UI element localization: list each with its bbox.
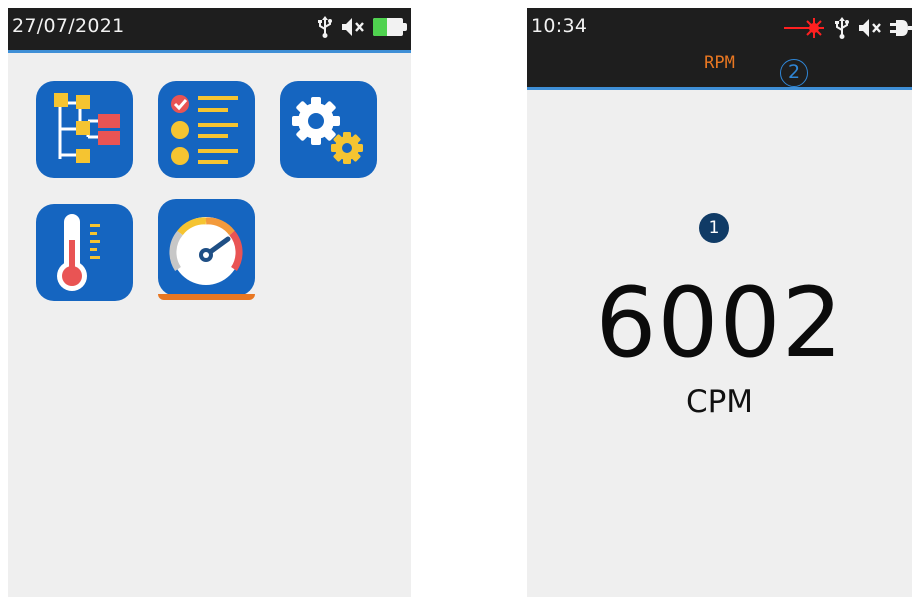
laser-icon [784,16,826,40]
rpm-reading-value: 6002 [595,267,844,379]
mute-icon [858,18,882,38]
thermometer-icon [57,214,100,291]
status-icons [784,16,912,40]
app-tile-temperature[interactable] [36,204,133,301]
checklist-icon [171,95,238,165]
status-bar: 27/07/2021 [8,8,411,53]
power-plug-icon [890,18,912,38]
usb-icon [834,17,850,39]
mute-icon [341,17,365,37]
mode-title: RPM [704,53,735,73]
status-date: 27/07/2021 [12,15,125,37]
status-icons [317,16,407,38]
speedometer-gauge-icon [169,217,243,285]
settings-gears-icon [292,97,363,164]
usb-icon [317,16,333,38]
callout-marker-1: 1 [699,213,729,243]
app-tile-speed[interactable] [158,199,255,296]
battery-icon [373,18,407,36]
status-bar: 10:34 RPM [527,8,912,90]
tree-hierarchy-icon [54,93,120,163]
app-tile-settings[interactable] [280,81,377,178]
home-screen: 27/07/2021 [8,8,411,597]
selected-app-indicator [158,294,255,300]
status-time: 10:34 [531,15,588,37]
rpm-reading-unit: CPM [685,384,754,420]
app-tile-tree[interactable] [36,81,133,178]
callout-marker-2: 2 [780,59,808,87]
rpm-screen: 10:34 RPM 2 1 6002 CPM [527,8,912,597]
app-tile-checklist[interactable] [158,81,255,178]
